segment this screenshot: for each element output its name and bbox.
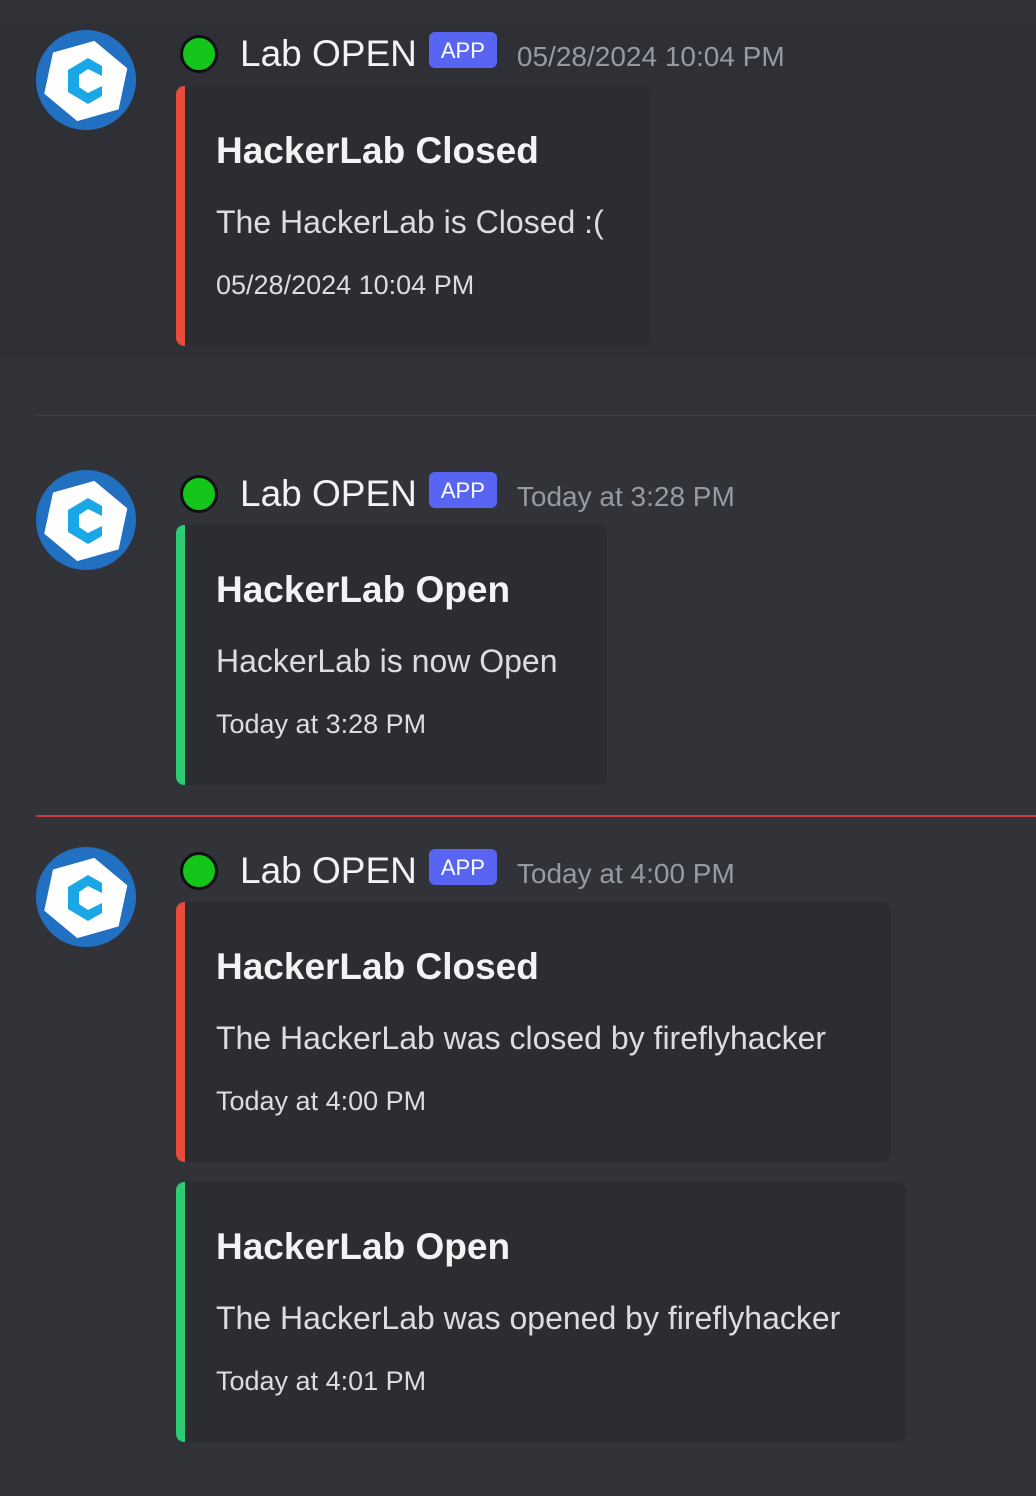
embed-description: The HackerLab was closed by fireflyhacke… [216,1020,827,1056]
message-header: Lab OPEN APP Today at 3:28 PM [180,470,735,518]
embed-description: HackerLab is now Open [216,643,558,679]
app-badge: APP [428,472,497,508]
embed-description: The HackerLab was opened by fireflyhacke… [216,1300,841,1336]
embed-footer-timestamp: Today at 3:28 PM [216,709,427,739]
embed-open: HackerLab Open The HackerLab was opened … [176,1182,906,1442]
online-status-icon [180,475,218,513]
online-status-icon [180,35,218,73]
c-logo-icon [36,847,136,947]
username[interactable]: Lab OPEN [240,473,417,515]
embed-title: HackerLab Closed [216,946,539,987]
c-logo-icon [36,470,136,570]
message-timestamp[interactable]: 05/28/2024 10:04 PM [517,41,785,73]
embed-open: HackerLab Open HackerLab is now Open Tod… [176,525,607,785]
message-header: Lab OPEN APP 05/28/2024 10:04 PM [180,30,785,78]
embed-footer-timestamp: Today at 4:01 PM [216,1366,427,1396]
embed-title: HackerLab Open [216,569,511,610]
app-badge: APP [428,32,497,68]
bot-avatar[interactable] [36,847,136,947]
username[interactable]: Lab OPEN [240,850,417,892]
embed-footer-timestamp: 05/28/2024 10:04 PM [216,270,475,300]
embed-footer-timestamp: Today at 4:00 PM [216,1086,427,1116]
bot-avatar[interactable] [36,30,136,130]
online-status-icon [180,852,218,890]
new-messages-divider [36,815,1036,817]
top-strip [0,0,1036,22]
message-timestamp[interactable]: Today at 3:28 PM [517,481,735,513]
app-badge: APP [428,849,497,885]
message-header: Lab OPEN APP Today at 4:00 PM [180,847,735,895]
embed-description: The HackerLab is Closed :( [216,204,604,240]
message-timestamp[interactable]: Today at 4:00 PM [517,858,735,890]
message-1[interactable]: Lab OPEN APP 05/28/2024 10:04 PM HackerL… [0,22,1036,356]
embed-closed: HackerLab Closed The HackerLab is Closed… [176,86,650,346]
message-3[interactable]: Lab OPEN APP Today at 4:00 PM HackerLab … [0,839,1036,1449]
c-logo-icon [36,30,136,130]
message-divider [36,415,1036,416]
embed-title: HackerLab Closed [216,130,539,171]
username[interactable]: Lab OPEN [240,33,417,75]
bot-avatar[interactable] [36,470,136,570]
embed-title: HackerLab Open [216,1226,511,1267]
embed-closed: HackerLab Closed The HackerLab was close… [176,902,891,1162]
message-2[interactable]: Lab OPEN APP Today at 3:28 PM HackerLab … [0,462,1036,792]
